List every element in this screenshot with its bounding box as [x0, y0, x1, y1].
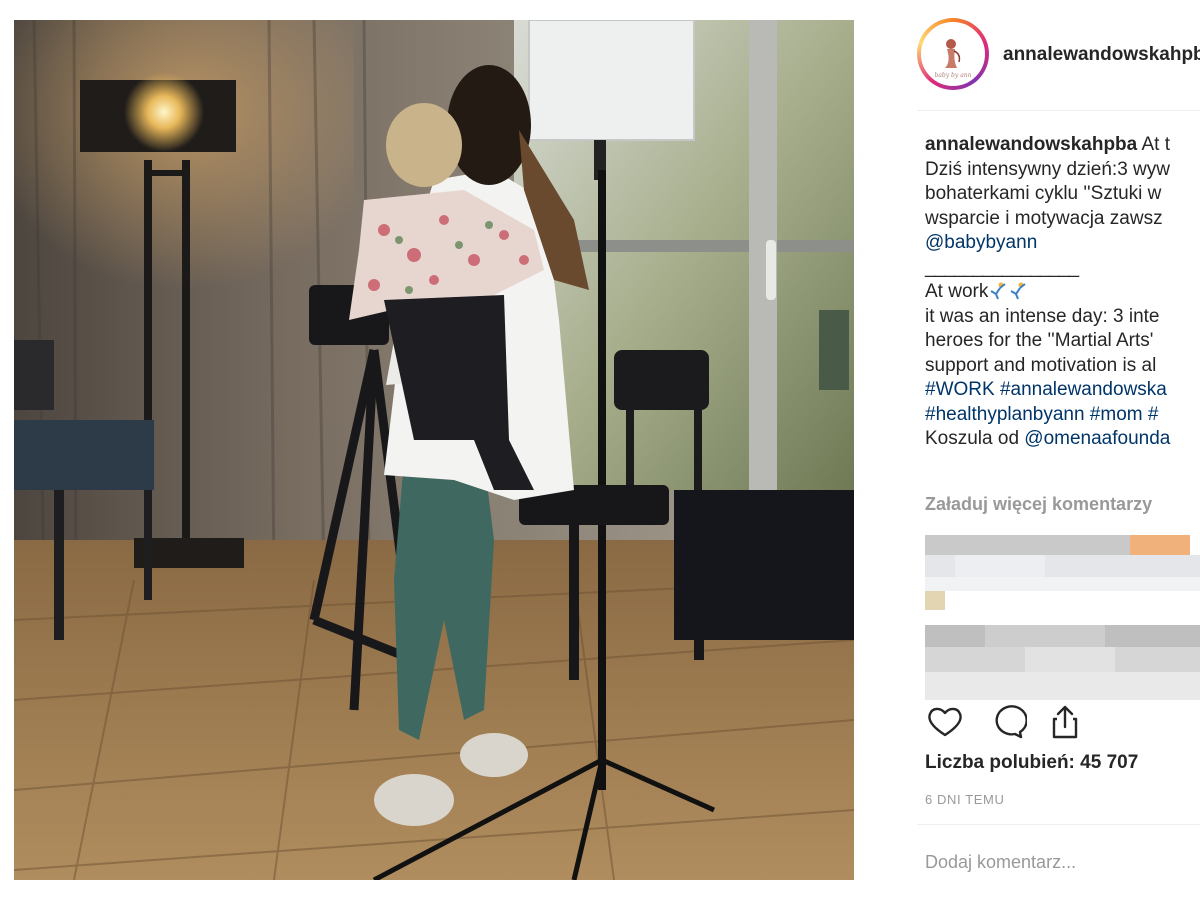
post-actions: [925, 702, 1125, 742]
caption-line-7-text: At work: [925, 281, 989, 302]
load-more-comments-button[interactable]: Załaduj więcej komentarzy: [925, 494, 1152, 515]
caption-line-2: Dziś intensywny dzień:3 wyw: [925, 158, 1170, 180]
caption-author[interactable]: annalewandowskahpba: [925, 134, 1137, 155]
avatar[interactable]: baby by ann: [921, 22, 985, 86]
comment-icon[interactable]: [987, 702, 1027, 742]
caption-hashtags-1[interactable]: #WORK #annalewandowska: [925, 378, 1200, 403]
caption-shirt-line: Koszula od @omenaafounda: [925, 427, 1200, 452]
svg-text:baby by ann: baby by ann: [935, 72, 972, 79]
post-photo[interactable]: [14, 20, 854, 880]
caption-line-3: bohaterkami cyklu ''Sztuki w: [925, 183, 1162, 204]
caption-line-1-text: At t: [1137, 134, 1170, 155]
post-caption: annalewandowskahpba At t Dziś intensywny…: [925, 133, 1200, 452]
gymnast-emoji-icon: [1010, 282, 1026, 300]
likes-count[interactable]: Liczba polubień: 45 707: [925, 752, 1138, 774]
caption-line-10: support and motivation is al: [925, 354, 1157, 376]
caption-line-9: heroes for the ''Martial Arts': [925, 330, 1154, 351]
baby-by-ann-logo-icon: baby by ann: [923, 24, 983, 84]
header-username[interactable]: annalewandowskahpba: [1003, 44, 1200, 66]
caption-shirt-prefix: Koszula od: [925, 428, 1025, 449]
post-timestamp[interactable]: 6 DNI TEMU: [925, 792, 1004, 807]
caption-hashtags-2[interactable]: #healthyplanbyann #mom #: [925, 403, 1200, 428]
caption-line-8: it was an intense day: 3 inte: [925, 305, 1160, 327]
caption-mention-babybyann[interactable]: @babybyann: [925, 231, 1200, 256]
post-header: baby by ann annalewandowskahpba: [917, 16, 1200, 92]
caption-line-4: wsparcie i motywacja zawsz: [925, 207, 1163, 229]
caption-mention-omenaafoundation[interactable]: @omenaafounda: [1024, 428, 1170, 449]
caption-line-7: At work: [925, 280, 1200, 305]
post-side-panel: baby by ann annalewandowskahpba annalewa…: [905, 0, 1200, 899]
pixelated-comments-block-1: [925, 535, 1200, 610]
header-divider: [917, 110, 1200, 111]
heart-icon[interactable]: [925, 702, 965, 742]
add-comment-input[interactable]: [925, 849, 1195, 875]
caption-line-1: annalewandowskahpba At t: [925, 133, 1200, 158]
avatar-story-ring[interactable]: baby by ann: [917, 18, 989, 90]
gymnast-emoji-icon: [990, 282, 1006, 300]
caption-separator: ________________: [925, 256, 1079, 278]
comment-divider: [917, 824, 1200, 825]
share-icon[interactable]: [1045, 702, 1085, 742]
pixelated-comments-block-2: [925, 625, 1200, 700]
post-photo-image: [14, 20, 854, 880]
